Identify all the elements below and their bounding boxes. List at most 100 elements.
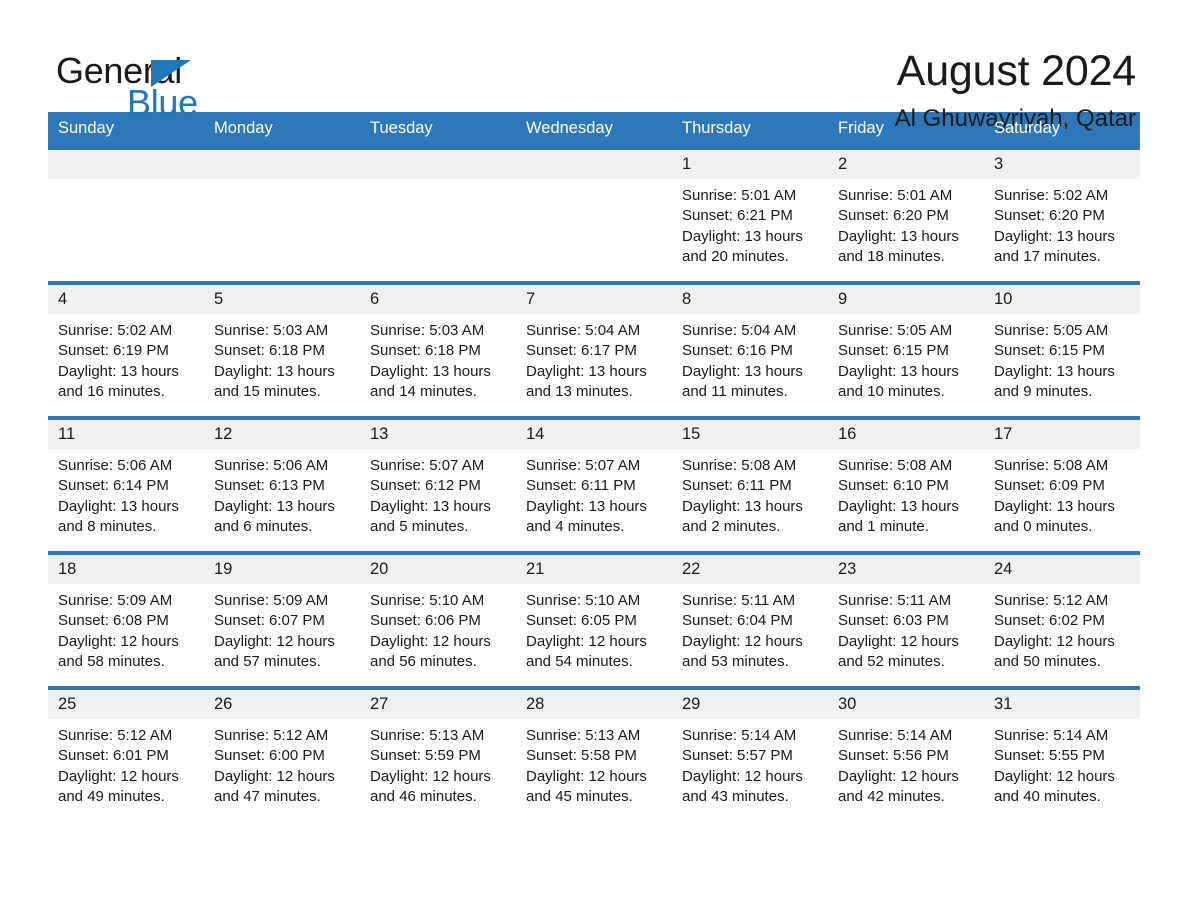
day-details: Sunrise: 5:01 AM Sunset: 6:21 PM Daylight:… [672, 179, 828, 267]
sunset-text: Sunset: 5:57 PM [682, 747, 793, 765]
day-number: 23 [828, 555, 984, 584]
sunrise-text: Sunrise: 5:06 AM [214, 457, 329, 474]
daylight-text: Daylight: 12 hours and 56 minutes. [370, 632, 491, 670]
day-number: 19 [204, 555, 360, 584]
sunrise-text: Sunrise: 5:12 AM [58, 727, 173, 744]
sunset-text: Sunset: 6:01 PM [58, 747, 169, 765]
calendar-day-cell[interactable]: 9 Sunrise: 5:05 AM Sunset: 6:15 PM Daylight… [828, 281, 984, 418]
calendar-day-cell[interactable]: 29 Sunrise: 5:14 AM Sunset: 5:57 PM Dayligh… [672, 686, 828, 821]
calendar-day-cell[interactable]: 22 Sunrise: 5:11 AM Sunset: 6:04 PM Dayligh… [672, 551, 828, 688]
calendar-day-cell[interactable]: 28 Sunrise: 5:13 AM Sunset: 5:58 PM Dayligh… [516, 686, 672, 821]
calendar-day-cell[interactable]: 15 Sunrise: 5:08 AM Sunset: 6:11 PM Dayligh… [672, 416, 828, 553]
calendar-day-cell[interactable]: 13 Sunrise: 5:07 AM Sunset: 6:12 PM Dayligh… [360, 416, 516, 553]
calendar-day-cell[interactable]: 31 Sunrise: 5:14 AM Sunset: 5:55 PM Dayligh… [984, 686, 1140, 821]
sunrise-text: Sunrise: 5:03 AM [370, 322, 485, 339]
daylight-text: Daylight: 13 hours and 15 minutes. [214, 362, 335, 400]
calendar-day-cell[interactable]: 14 Sunrise: 5:07 AM Sunset: 6:11 PM Dayligh… [516, 416, 672, 553]
weekday-header-thursday: Thursday [672, 112, 828, 148]
day-details: Sunrise: 5:05 AM Sunset: 6:15 PM Daylight:… [828, 314, 984, 402]
calendar-day-cell[interactable]: 21 Sunrise: 5:10 AM Sunset: 6:05 PM Dayligh… [516, 551, 672, 688]
day-number: 3 [984, 150, 1140, 179]
sunrise-text: Sunrise: 5:05 AM [994, 322, 1109, 339]
sunset-text: Sunset: 5:55 PM [994, 747, 1105, 765]
daylight-text: Daylight: 13 hours and 2 minutes. [682, 497, 803, 535]
day-details: Sunrise: 5:08 AM Sunset: 6:09 PM Daylight:… [984, 449, 1140, 537]
daylight-text: Daylight: 13 hours and 11 minutes. [682, 362, 803, 400]
sunrise-text: Sunrise: 5:02 AM [58, 322, 173, 339]
day-number: 17 [984, 420, 1140, 449]
calendar-day-cell[interactable]: 18 Sunrise: 5:09 AM Sunset: 6:08 PM Dayligh… [48, 551, 204, 688]
calendar-day-cell[interactable]: 24 Sunrise: 5:12 AM Sunset: 6:02 PM Dayligh… [984, 551, 1140, 688]
calendar-day-cell[interactable]: 19 Sunrise: 5:09 AM Sunset: 6:07 PM Dayligh… [204, 551, 360, 688]
daylight-text: Daylight: 12 hours and 45 minutes. [526, 767, 647, 805]
calendar-day-cell[interactable]: 3 Sunrise: 5:02 AM Sunset: 6:20 PM Daylight… [984, 146, 1140, 283]
calendar-day-cell[interactable]: 12 Sunrise: 5:06 AM Sunset: 6:13 PM Dayligh… [204, 416, 360, 553]
daylight-text: Daylight: 12 hours and 52 minutes. [838, 632, 959, 670]
sunset-text: Sunset: 6:16 PM [682, 342, 793, 360]
day-details: Sunrise: 5:07 AM Sunset: 6:11 PM Daylight:… [516, 449, 672, 537]
calendar-day-cell[interactable]: 7 Sunrise: 5:04 AM Sunset: 6:17 PM Daylight… [516, 281, 672, 418]
sunrise-text: Sunrise: 5:08 AM [994, 457, 1109, 474]
calendar-day-cell-empty [204, 146, 360, 283]
calendar-day-cell[interactable]: 2 Sunrise: 5:01 AM Sunset: 6:20 PM Daylight… [828, 146, 984, 283]
daylight-text: Daylight: 13 hours and 8 minutes. [58, 497, 179, 535]
daylight-text: Daylight: 12 hours and 58 minutes. [58, 632, 179, 670]
sunset-text: Sunset: 6:10 PM [838, 477, 949, 495]
sunrise-text: Sunrise: 5:11 AM [838, 592, 952, 609]
calendar-day-cell[interactable]: 10 Sunrise: 5:05 AM Sunset: 6:15 PM Dayligh… [984, 281, 1140, 418]
calendar-day-cell[interactable]: 27 Sunrise: 5:13 AM Sunset: 5:59 PM Dayligh… [360, 686, 516, 821]
calendar-week-row: 1 Sunrise: 5:01 AM Sunset: 6:21 PM Daylight… [48, 146, 1140, 283]
sunrise-text: Sunrise: 5:07 AM [370, 457, 485, 474]
sunset-text: Sunset: 6:15 PM [838, 342, 949, 360]
calendar-day-cell[interactable]: 26 Sunrise: 5:12 AM Sunset: 6:00 PM Dayligh… [204, 686, 360, 821]
day-details: Sunrise: 5:11 AM Sunset: 6:04 PM Daylight:… [672, 584, 828, 672]
day-details: Sunrise: 5:12 AM Sunset: 6:00 PM Daylight:… [204, 719, 360, 807]
calendar-day-cell[interactable]: 4 Sunrise: 5:02 AM Sunset: 6:19 PM Daylight… [48, 281, 204, 418]
calendar-day-cell[interactable]: 23 Sunrise: 5:11 AM Sunset: 6:03 PM Dayligh… [828, 551, 984, 688]
calendar-week-row: 18 Sunrise: 5:09 AM Sunset: 6:08 PM Dayligh… [48, 551, 1140, 688]
day-number: 26 [204, 690, 360, 719]
month-calendar: Sunday Monday Tuesday Wednesday Thursday… [48, 112, 1140, 821]
sunrise-text: Sunrise: 5:08 AM [838, 457, 953, 474]
sunrise-text: Sunrise: 5:07 AM [526, 457, 641, 474]
daylight-text: Daylight: 13 hours and 4 minutes. [526, 497, 647, 535]
day-number: 21 [516, 555, 672, 584]
sunrise-text: Sunrise: 5:10 AM [526, 592, 641, 609]
day-details: Sunrise: 5:10 AM Sunset: 6:06 PM Daylight:… [360, 584, 516, 672]
daylight-text: Daylight: 13 hours and 6 minutes. [214, 497, 335, 535]
calendar-day-cell[interactable]: 25 Sunrise: 5:12 AM Sunset: 6:01 PM Dayligh… [48, 686, 204, 821]
sunset-text: Sunset: 6:09 PM [994, 477, 1105, 495]
calendar-day-cell[interactable]: 6 Sunrise: 5:03 AM Sunset: 6:18 PM Daylight… [360, 281, 516, 418]
sunrise-text: Sunrise: 5:01 AM [682, 187, 797, 204]
day-number: 1 [672, 150, 828, 179]
daylight-text: Daylight: 12 hours and 47 minutes. [214, 767, 335, 805]
day-details: Sunrise: 5:03 AM Sunset: 6:18 PM Daylight:… [204, 314, 360, 402]
sunrise-text: Sunrise: 5:13 AM [526, 727, 641, 744]
day-number: 18 [48, 555, 204, 584]
daylight-text: Daylight: 13 hours and 13 minutes. [526, 362, 647, 400]
day-number: 11 [48, 420, 204, 449]
calendar-day-cell[interactable]: 1 Sunrise: 5:01 AM Sunset: 6:21 PM Daylight… [672, 146, 828, 283]
sunset-text: Sunset: 6:11 PM [682, 477, 792, 495]
calendar-day-cell-empty [360, 146, 516, 283]
calendar-day-cell[interactable]: 16 Sunrise: 5:08 AM Sunset: 6:10 PM Dayligh… [828, 416, 984, 553]
logo-text-blue: Blue [127, 82, 198, 123]
sunset-text: Sunset: 6:20 PM [994, 207, 1105, 225]
calendar-day-cell[interactable]: 30 Sunrise: 5:14 AM Sunset: 5:56 PM Dayligh… [828, 686, 984, 821]
sunrise-text: Sunrise: 5:04 AM [526, 322, 641, 339]
calendar-day-cell[interactable]: 8 Sunrise: 5:04 AM Sunset: 6:16 PM Daylight… [672, 281, 828, 418]
day-details: Sunrise: 5:11 AM Sunset: 6:03 PM Daylight:… [828, 584, 984, 672]
sunrise-text: Sunrise: 5:04 AM [682, 322, 797, 339]
sunrise-text: Sunrise: 5:09 AM [214, 592, 329, 609]
day-details: Sunrise: 5:13 AM Sunset: 5:58 PM Daylight:… [516, 719, 672, 807]
day-number: 20 [360, 555, 516, 584]
day-number: 7 [516, 285, 672, 314]
calendar-day-cell[interactable]: 20 Sunrise: 5:10 AM Sunset: 6:06 PM Dayligh… [360, 551, 516, 688]
daylight-text: Daylight: 13 hours and 0 minutes. [994, 497, 1115, 535]
calendar-day-cell[interactable]: 11 Sunrise: 5:06 AM Sunset: 6:14 PM Dayligh… [48, 416, 204, 553]
day-details: Sunrise: 5:14 AM Sunset: 5:55 PM Daylight:… [984, 719, 1140, 807]
generalblue-logo[interactable]: General Blue [48, 46, 298, 122]
calendar-day-cell[interactable]: 17 Sunrise: 5:08 AM Sunset: 6:09 PM Dayligh… [984, 416, 1140, 553]
calendar-day-cell[interactable]: 5 Sunrise: 5:03 AM Sunset: 6:18 PM Daylight… [204, 281, 360, 418]
daylight-text: Daylight: 13 hours and 20 minutes. [682, 227, 803, 265]
